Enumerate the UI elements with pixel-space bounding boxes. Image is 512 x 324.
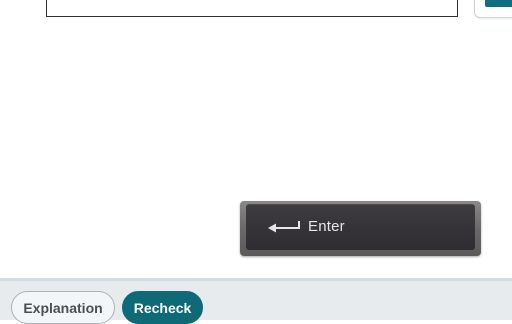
enter-key-legend: Enter (266, 216, 345, 236)
top-right-accent (485, 0, 512, 7)
bottom-action-bar: Explanation Recheck (0, 278, 512, 324)
explanation-button[interactable]: Explanation (11, 291, 115, 324)
enter-key-cap: Enter (246, 204, 475, 250)
answer-textbox[interactable] (46, 0, 458, 17)
top-right-button[interactable] (474, 0, 512, 18)
recheck-button[interactable]: Recheck (122, 291, 203, 324)
enter-key-label: Enter (308, 217, 345, 235)
return-arrow-icon (268, 221, 300, 233)
enter-key-image: Enter (240, 201, 481, 256)
